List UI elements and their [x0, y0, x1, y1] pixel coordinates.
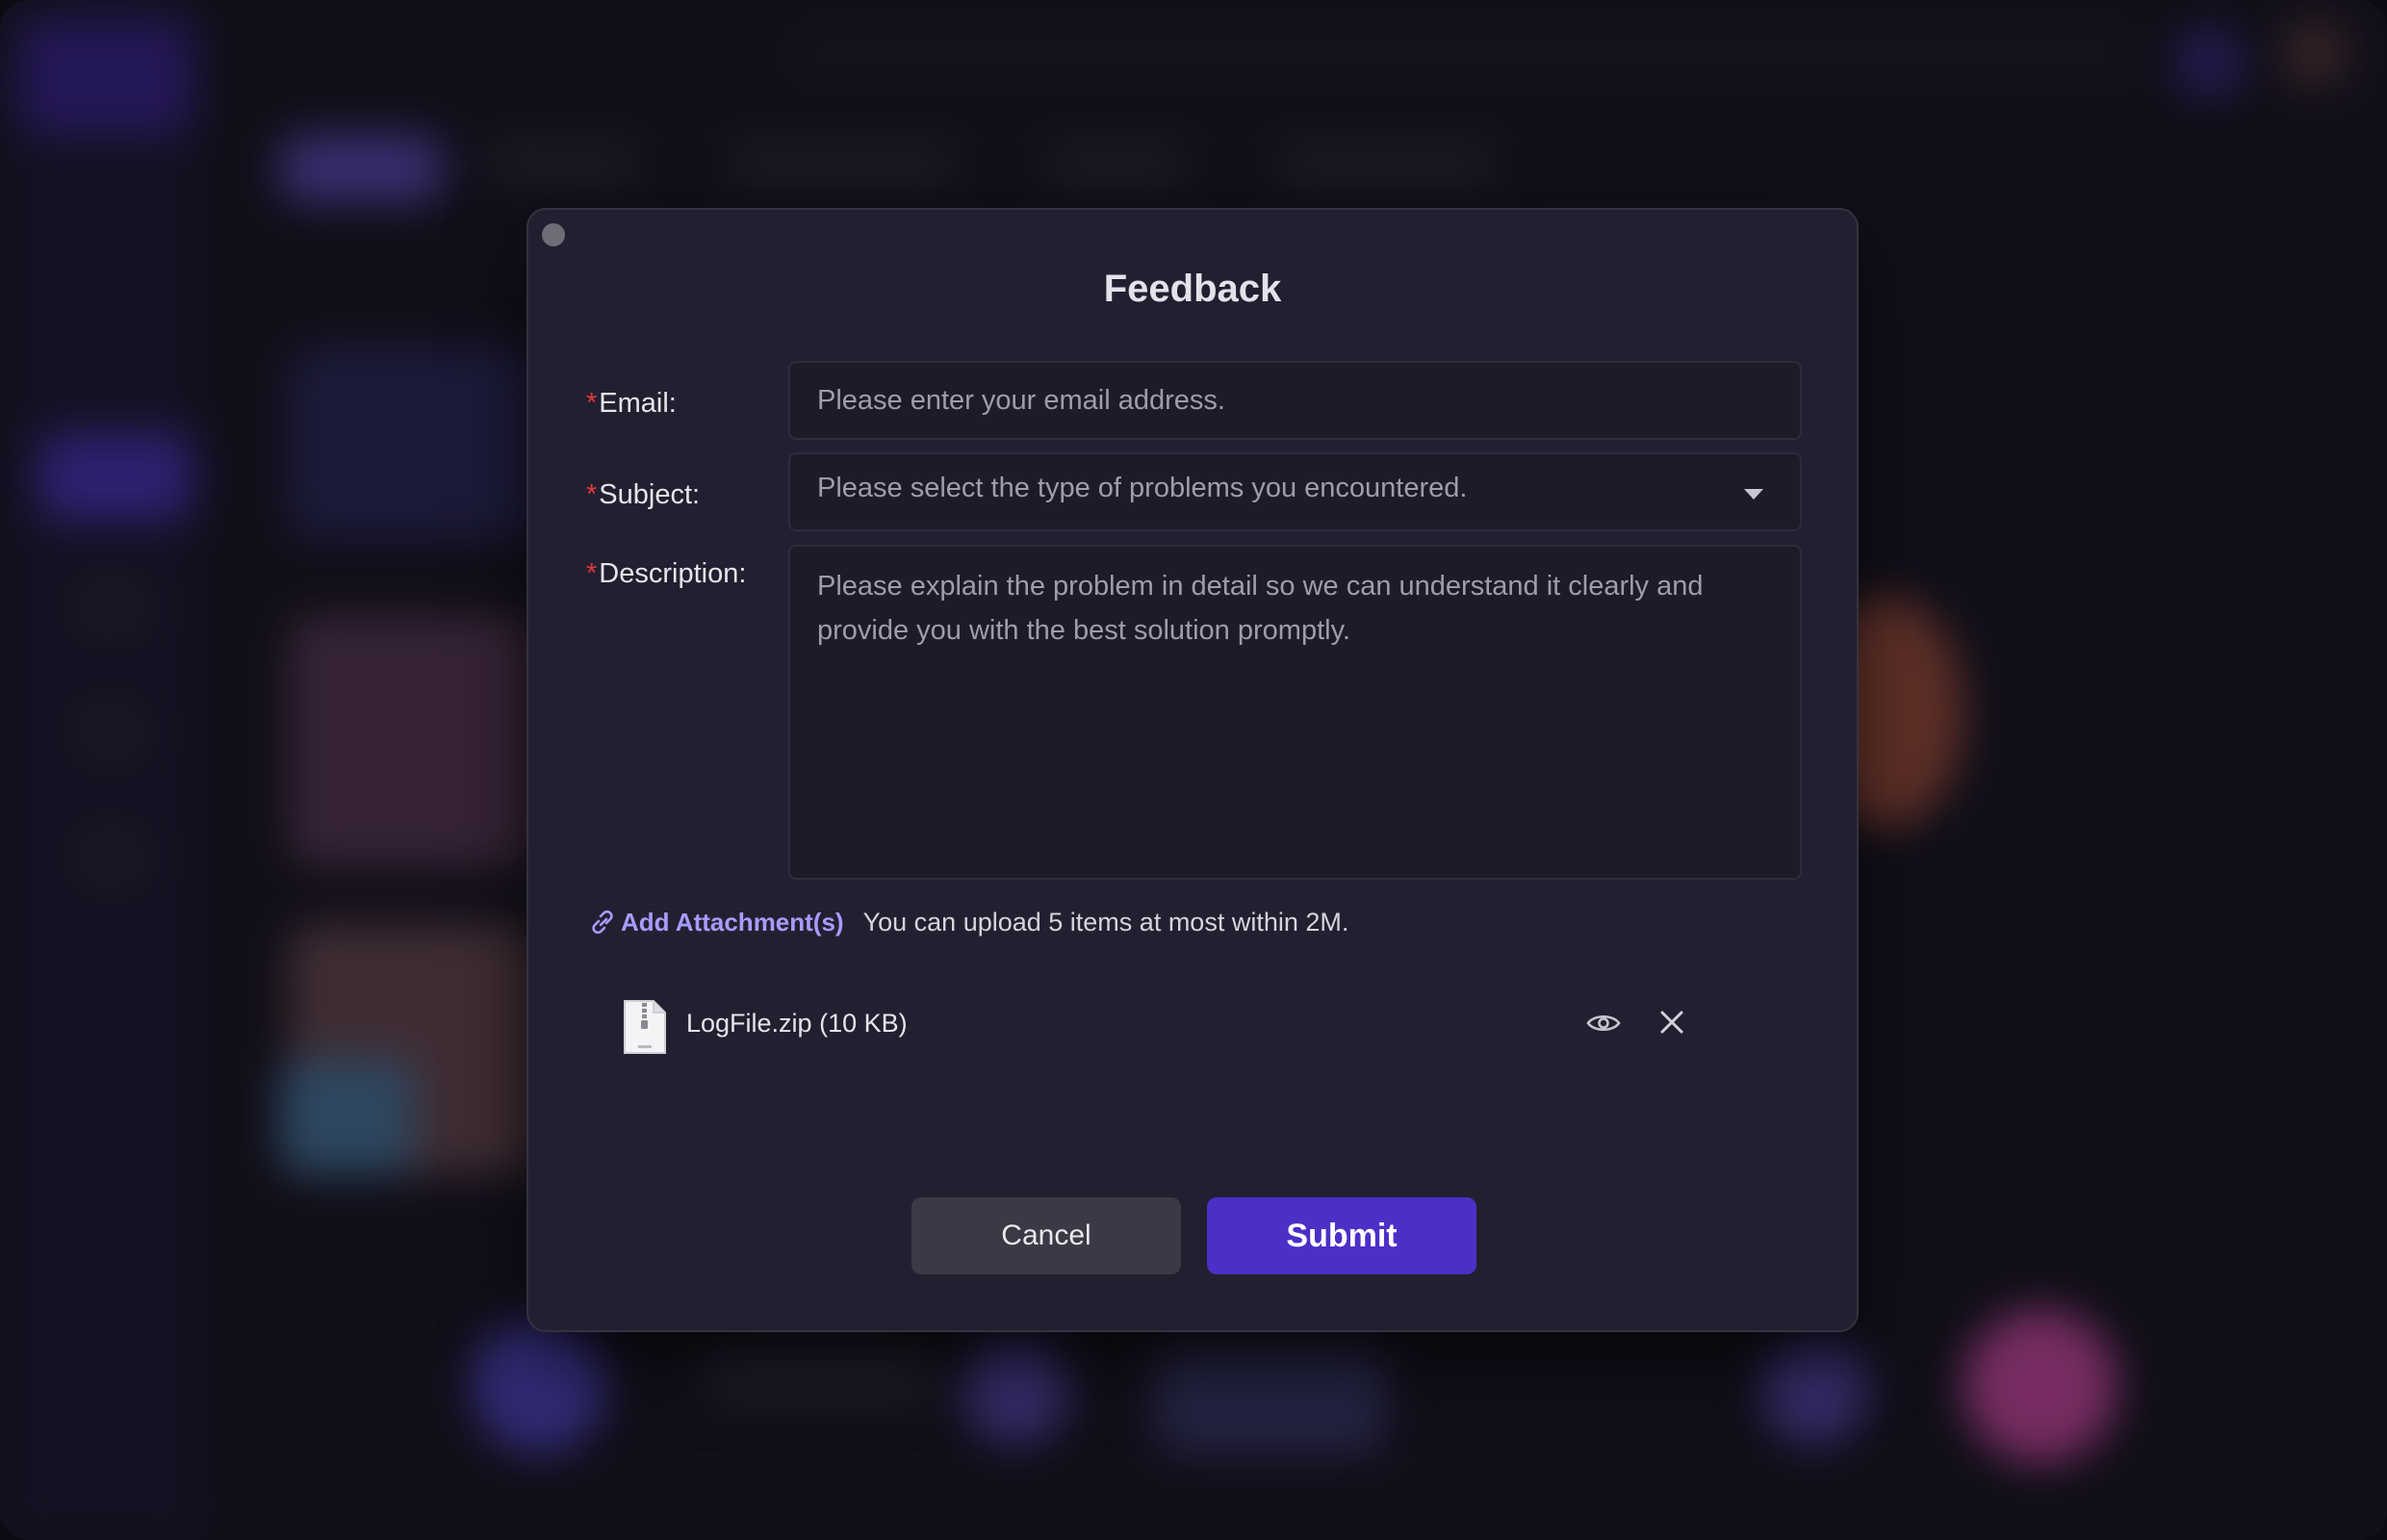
description-textarea[interactable]: Please explain the problem in detail so …: [788, 545, 1802, 880]
window-close-dot[interactable]: [542, 223, 565, 246]
subject-select[interactable]: Please select the type of problems you e…: [788, 452, 1802, 531]
required-mark: *: [586, 479, 598, 510]
email-field[interactable]: Please enter your email address.: [788, 361, 1802, 440]
add-attachment-label: Add Attachment(s): [621, 907, 844, 937]
app-window: Feedback *Email: Please enter your email…: [0, 0, 2387, 1540]
email-placeholder: Please enter your email address.: [817, 385, 1225, 416]
required-mark: *: [586, 558, 598, 589]
required-mark: *: [586, 388, 598, 419]
attachment-file-name: LogFile.zip (10 KB): [686, 1009, 908, 1038]
attachment-hint: You can upload 5 items at most within 2M…: [862, 907, 1349, 937]
add-attachment-link[interactable]: Add Attachment(s): [588, 907, 844, 937]
subject-placeholder: Please select the type of problems you e…: [817, 473, 1468, 503]
zip-file-icon: [624, 1000, 666, 1054]
preview-eye-icon[interactable]: [1585, 1007, 1622, 1040]
feedback-dialog: Feedback *Email: Please enter your email…: [526, 208, 1859, 1332]
dialog-title: Feedback: [1103, 268, 1282, 310]
link-icon: [592, 910, 613, 935]
description-label: *Description:: [586, 558, 747, 589]
remove-attachment-close-icon[interactable]: [1655, 1005, 1689, 1040]
submit-button[interactable]: Submit: [1207, 1197, 1476, 1274]
attachment-file-item: LogFile.zip (10 KB): [623, 993, 1758, 1055]
email-label: *Email:: [586, 388, 677, 419]
attachment-row: Add Attachment(s) You can upload 5 items…: [588, 907, 1348, 937]
subject-label: *Subject:: [586, 479, 701, 510]
cancel-button[interactable]: Cancel: [911, 1197, 1181, 1274]
chevron-down-icon[interactable]: [1744, 489, 1763, 500]
description-placeholder: Please explain the problem in detail so …: [817, 571, 1704, 646]
